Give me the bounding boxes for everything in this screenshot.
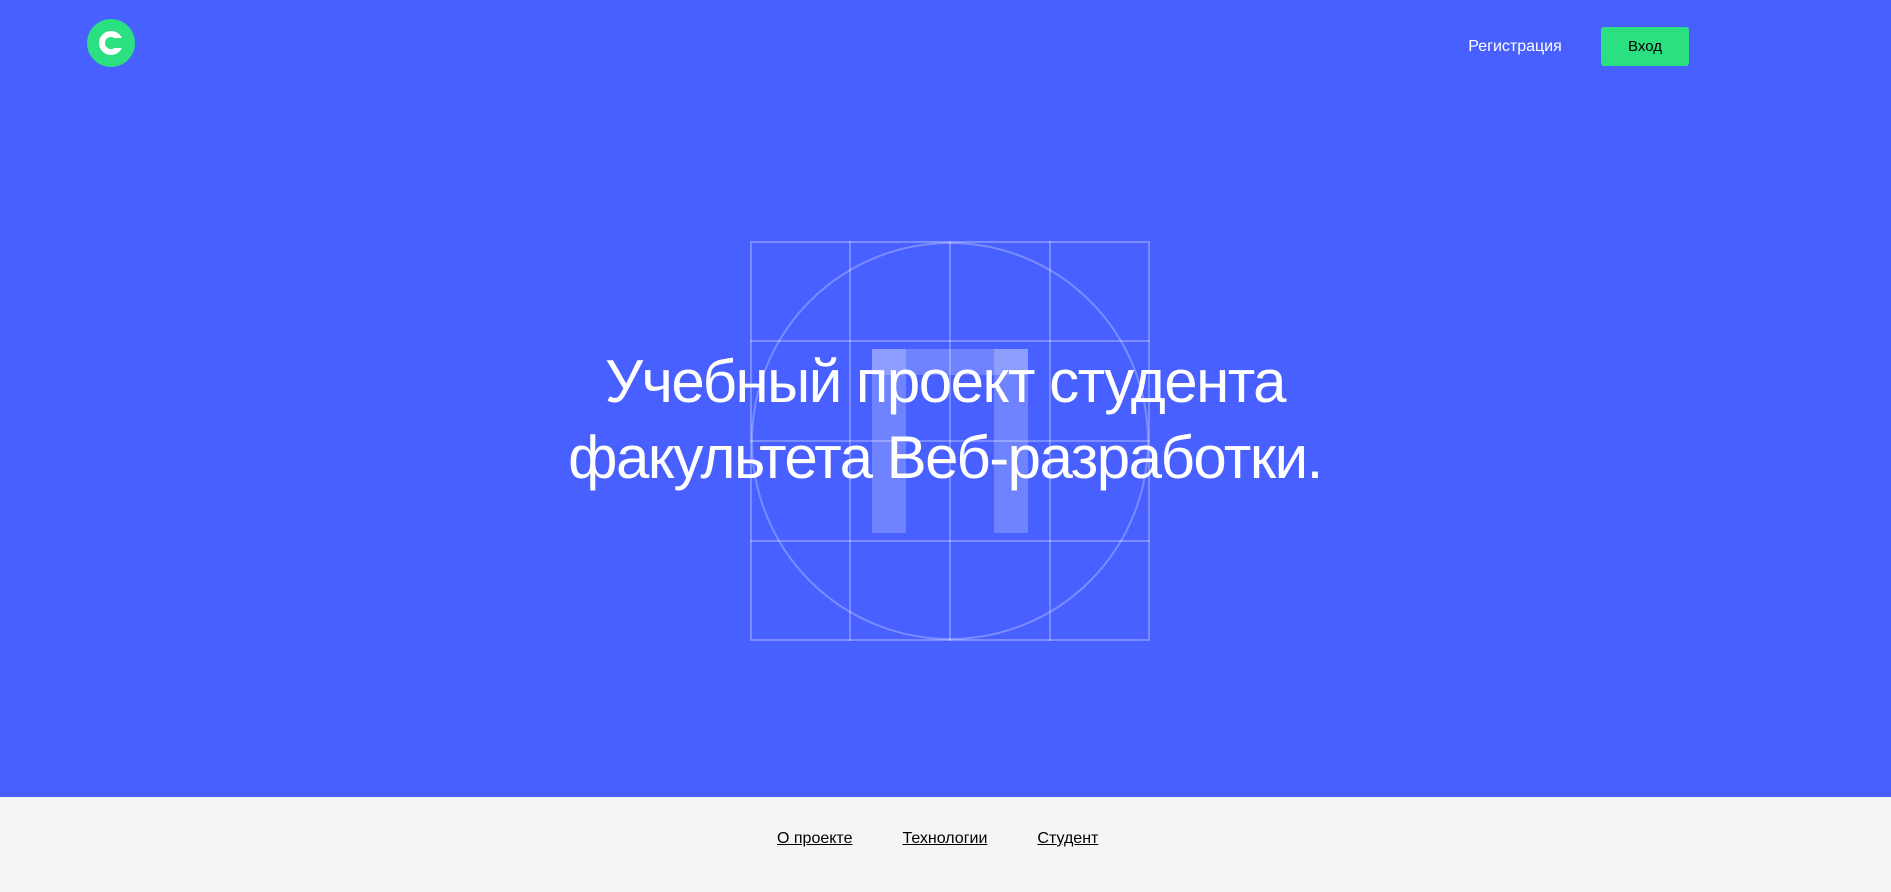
hero-title-line-2: факультета Веб-разработки. — [568, 424, 1323, 491]
hero-title-line-1: Учебный проект студента — [605, 348, 1286, 415]
hero-title: Учебный проект студента факультета Веб-р… — [495, 344, 1395, 496]
logo-cutout — [113, 38, 125, 48]
register-link[interactable]: Регистрация — [1460, 27, 1570, 66]
footer-link-technologies[interactable]: Технологии — [902, 827, 987, 851]
header-nav: Регистрация Вход — [1460, 27, 1690, 66]
footer-nav: О проекте Технологии Студент — [777, 827, 1098, 851]
footer-link-about[interactable]: О проекте — [777, 827, 852, 851]
footer-link-student[interactable]: Студент — [1037, 827, 1098, 851]
logo[interactable] — [87, 19, 135, 67]
footer-bar: О проекте Технологии Студент — [0, 797, 1891, 892]
login-button[interactable]: Вход — [1601, 27, 1689, 66]
hero-section: Регистрация Вход Учебный проект студента… — [0, 0, 1891, 797]
